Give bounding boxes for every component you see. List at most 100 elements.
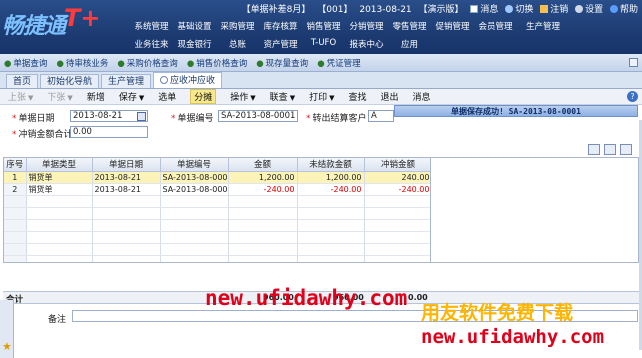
close-tab-icon[interactable] <box>160 76 169 84</box>
toolbar-button-0[interactable]: 上张 ▼ <box>8 90 33 103</box>
toolbar-button-11[interactable]: 消息 <box>413 90 431 103</box>
chevron-down-icon: ▼ <box>67 94 73 102</box>
favorite-star-icon[interactable]: ★ <box>2 340 12 353</box>
menu-member-management[interactable]: 会员管理 <box>474 20 517 32</box>
menu-inventory-accounting[interactable]: 库存核算 <box>259 20 302 32</box>
quick-link-voucher-management[interactable]: ● 凭证管理 <box>317 57 360 69</box>
col-header-doc-type[interactable]: 单据类型 <box>26 158 93 172</box>
menu-general-ledger[interactable]: 总账 <box>216 38 259 50</box>
messages-link[interactable]: 消息 <box>470 5 498 15</box>
col-header-amount[interactable]: 金额 <box>228 158 298 172</box>
menu-production-management[interactable]: 生产管理 <box>517 20 569 32</box>
toolbar-button-10[interactable]: 退出 <box>381 90 399 103</box>
quick-link-stock-query[interactable]: ● 现存量查询 <box>256 57 308 69</box>
status-bar: 【单据补差8月】 【001】 2013-08-21 【演示版】 消息 切换 注销… <box>238 2 638 16</box>
toolbar-button-1[interactable]: 下张 ▼ <box>47 90 72 103</box>
empty-cell <box>26 219 93 232</box>
quick-link-sales-price-query[interactable]: ● 销售价格查询 <box>187 57 247 69</box>
toolbar-button-4[interactable]: 选单 <box>158 90 176 103</box>
toolbar-button-8[interactable]: 打印 ▼ <box>309 90 334 103</box>
toolbar-button-2[interactable]: 新增 <box>87 90 105 103</box>
empty-cell <box>92 195 161 208</box>
col-header-offset[interactable]: 冲销金额 <box>364 158 430 172</box>
watermark-url-bottom: new.ufidawhy.com <box>421 326 605 348</box>
empty-cell <box>297 207 365 220</box>
col-header-doc-date[interactable]: 单据日期 <box>92 158 161 172</box>
document-tabs: 首页 初始化导航 生产管理 应收冲应收 <box>0 72 642 89</box>
menu-cash-bank[interactable]: 现金银行 <box>173 38 216 50</box>
main-menu-row-2: 业务往来 现金银行 总账 资产管理 T-UFO 报表中心 应用 <box>130 38 431 50</box>
menu-business-dealings[interactable]: 业务往来 <box>130 38 173 50</box>
calendar-icon[interactable] <box>137 112 146 121</box>
toolbar-button-label: 上张 <box>8 93 27 103</box>
cell-idx: 2 <box>4 183 27 196</box>
cell-offset[interactable]: -240.00 <box>364 183 430 196</box>
date-label: * 单据日期 <box>12 114 55 124</box>
table-row[interactable]: 1 销货单 2013-08-21 SA-2013-08-0003 1,200.00 1,2… <box>4 171 430 184</box>
toolbar-button-label: 操作 <box>230 93 249 103</box>
logo-tplus: T+ <box>64 4 101 32</box>
help-icon <box>609 5 618 13</box>
total-field[interactable]: 0.00 <box>70 126 148 138</box>
empty-cell <box>228 219 298 232</box>
menu-retail-management[interactable]: 零售管理 <box>388 20 431 32</box>
menu-promotion-management[interactable]: 促销管理 <box>431 20 474 32</box>
help-icon[interactable]: ? <box>627 91 638 102</box>
col-header-unsettled[interactable]: 未结款金额 <box>297 158 365 172</box>
toolbar-button-label: 退出 <box>380 93 399 103</box>
status-account-code: 【001】 <box>317 5 353 15</box>
tab-production-management[interactable]: 生产管理 <box>101 74 152 88</box>
toolbar-button-7[interactable]: 联查 ▼ <box>270 90 295 103</box>
switch-link[interactable]: 切换 <box>505 5 533 15</box>
empty-row <box>4 195 430 208</box>
menu-report-center[interactable]: 报表中心 <box>345 38 388 50</box>
bullet-icon: ● <box>56 58 64 69</box>
menu-purchase-management[interactable]: 采购管理 <box>216 20 259 32</box>
menu-distribution-management[interactable]: 分销管理 <box>345 20 388 32</box>
total-label: * 冲销金额合计 <box>12 130 73 140</box>
export-icon[interactable] <box>620 144 632 155</box>
menu-sales-management[interactable]: 销售管理 <box>302 20 345 32</box>
bullet-icon: ● <box>256 58 264 69</box>
tab-init-guide[interactable]: 初始化导航 <box>40 74 100 88</box>
empty-cell <box>364 207 430 220</box>
code-field[interactable]: SA-2013-08-0001 <box>218 110 298 122</box>
cell-offset[interactable]: 240.00 <box>364 171 430 184</box>
menu-t-ufo[interactable]: T-UFO <box>302 38 345 50</box>
menu-applications[interactable]: 应用 <box>388 38 431 50</box>
menu-asset-management[interactable]: 资产管理 <box>259 38 302 50</box>
bullet-icon: ● <box>186 58 195 69</box>
cell-type: 销货单 <box>26 171 93 184</box>
table-row[interactable]: 2 销货单 2013-08-21 SA-2013-08-0004 -240.00 -240… <box>4 183 430 196</box>
help-link[interactable]: 帮助 <box>609 5 638 15</box>
toolbar-button-label: 保存 <box>118 93 137 103</box>
customer-field[interactable]: A <box>368 110 394 122</box>
grid-tools <box>588 144 632 155</box>
menu-system-management[interactable]: 系统管理 <box>130 20 173 32</box>
col-header-doc-code[interactable]: 单据编号 <box>160 158 229 172</box>
empty-cell <box>160 207 229 220</box>
quick-link-document-query[interactable]: ● 单据查询 <box>4 57 47 69</box>
expand-icon[interactable] <box>629 58 638 67</box>
toolbar-button-6[interactable]: 操作 ▼ <box>230 90 255 103</box>
quick-link-purchase-price-query[interactable]: ● 采购价格查询 <box>117 57 177 69</box>
chevron-down-icon: ▼ <box>138 94 145 102</box>
toolbar-button-9[interactable]: 查找 <box>348 90 366 103</box>
quick-link-pending-approval[interactable]: ● 待审核业务 <box>56 57 108 69</box>
logout-link[interactable]: 注销 <box>540 5 568 15</box>
menu-basic-settings[interactable]: 基础设置 <box>173 20 216 32</box>
toolbar-button-label: 选单 <box>158 93 177 103</box>
toolbar-button-5[interactable]: 分摊 <box>190 89 217 104</box>
copy-icon[interactable] <box>588 144 600 155</box>
empty-cell <box>4 231 27 244</box>
empty-cell <box>160 243 229 256</box>
col-header-index[interactable]: 序号 <box>4 158 27 172</box>
column-settings-icon[interactable] <box>604 144 616 155</box>
empty-cell <box>228 195 298 208</box>
tab-receivable-offset[interactable]: 应收冲应收 <box>153 72 223 88</box>
toolbar-button-3[interactable]: 保存 ▼ <box>119 90 144 103</box>
tab-home[interactable]: 首页 <box>6 74 39 88</box>
settings-link[interactable]: 设置 <box>575 5 603 15</box>
lock-icon <box>540 5 549 13</box>
empty-cell <box>4 243 27 256</box>
